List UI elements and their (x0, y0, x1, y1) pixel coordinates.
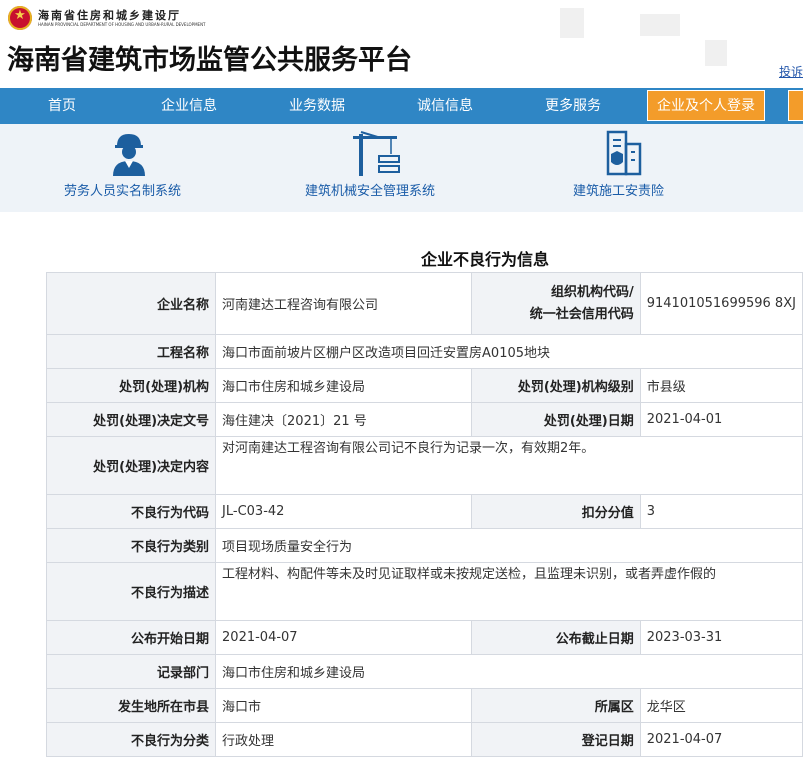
nav-extra-button[interactable] (788, 90, 803, 121)
quick-link-label: 建筑机械安全管理系统 (305, 184, 436, 199)
quick-link-labor[interactable]: 劳务人员实名制系统 (60, 124, 200, 212)
page-title: 企业不良行为信息 (420, 250, 549, 269)
nav-home[interactable]: 首页 (48, 88, 76, 124)
nav-business-data[interactable]: 业务数据 (289, 88, 345, 124)
table-row: 处罚(处理)机构 海口市住房和城乡建设局 处罚(处理)机构级别 市县级 (45, 368, 803, 403)
field-label: 处罚(处理)机构级别 (470, 368, 641, 403)
field-label: 组织机构代码/统一社会信用代码 (470, 272, 641, 335)
header-decoration (640, 14, 680, 36)
table-row: 企业名称 河南建达工程咨询有限公司 组织机构代码/统一社会信用代码 914101… (45, 272, 803, 335)
field-label: 不良行为类别 (45, 528, 217, 563)
quick-link-label: 劳务人员实名制系统 (64, 184, 182, 199)
field-value: 2021-04-07 (639, 722, 803, 757)
login-button[interactable]: 企业及个人登录 (647, 90, 765, 121)
site-header: 海南省住房和城乡建设厅 HAINAN PROVINCIAL DEPARTMENT… (0, 0, 803, 88)
table-row: 不良行为类别 项目现场质量安全行为 (45, 528, 803, 563)
nav-enterprise-info[interactable]: 企业信息 (161, 88, 217, 124)
field-label: 企业名称 (45, 272, 217, 335)
field-value: 海口市住房和城乡建设局 (215, 654, 803, 689)
field-label: 不良行为分类 (45, 722, 217, 757)
quick-link-label: 建筑施工安责险 (573, 184, 665, 199)
quick-link-machinery[interactable]: 建筑机械安全管理系统 (303, 124, 453, 212)
field-value: 海口市面前坡片区棚户区改造项目回迁安置房A0105地块 (215, 334, 803, 369)
department-name: 海南省住房和城乡建设厅 (38, 8, 181, 22)
table-row: 不良行为描述 工程材料、构配件等未及时见证取样或未按规定送检，且监理未识别，或者… (45, 562, 803, 621)
department-name-en: HAINAN PROVINCIAL DEPARTMENT OF HOUSING … (38, 21, 206, 27)
nav-credit-info[interactable]: 诚信信息 (417, 88, 473, 124)
field-value: 2021-04-07 (215, 620, 472, 655)
table-row: 发生地所在市县 海口市 所属区 龙华区 (45, 688, 803, 723)
site-title: 海南省建筑市场监管公共服务平台 (7, 45, 412, 76)
field-label: 处罚(处理)日期 (470, 402, 641, 437)
table-row: 处罚(处理)决定文号 海住建决〔2021〕21 号 处罚(处理)日期 2021-… (45, 402, 803, 437)
field-value: 2023-03-31 (639, 620, 803, 655)
quick-link-insurance[interactable]: 建筑施工安责险 (570, 124, 680, 212)
header-decoration (560, 8, 584, 38)
field-label: 工程名称 (45, 334, 217, 369)
field-value: 市县级 (639, 368, 803, 403)
national-emblem-icon (8, 6, 32, 30)
field-label: 所属区 (470, 688, 641, 723)
table-row: 记录部门 海口市住房和城乡建设局 (45, 654, 803, 689)
field-label: 不良行为描述 (45, 562, 217, 621)
field-label: 登记日期 (470, 722, 641, 757)
field-value: 海口市 (215, 688, 472, 723)
insurance-building-icon (606, 130, 642, 176)
field-value: 工程材料、构配件等未及时见证取样或未按规定送检，且监理未识别，或者弄虚作假的 (215, 562, 803, 621)
field-label: 处罚(处理)决定内容 (45, 436, 217, 495)
field-value: 项目现场质量安全行为 (215, 528, 803, 563)
quick-links: 劳务人员实名制系统 建筑机械安全管理系统 建筑施工安责险 (0, 124, 803, 212)
field-label: 处罚(处理)决定文号 (45, 402, 217, 437)
field-label: 处罚(处理)机构 (45, 368, 217, 403)
field-value: 龙华区 (639, 688, 803, 723)
field-value: 海住建决〔2021〕21 号 (215, 402, 472, 437)
table-row: 处罚(处理)决定内容 对河南建达工程咨询有限公司记不良行为记录一次，有效期2年。 (45, 436, 803, 495)
main-nav: 首页 企业信息 业务数据 诚信信息 更多服务 企业及个人登录 (0, 88, 803, 124)
field-value: 对河南建达工程咨询有限公司记不良行为记录一次，有效期2年。 (215, 436, 803, 495)
table-row: 公布开始日期 2021-04-07 公布截止日期 2023-03-31 (45, 620, 803, 655)
field-label: 公布截止日期 (470, 620, 641, 655)
field-label-line: 组织机构代码/ (550, 284, 634, 300)
field-value: 2021-04-01 (639, 402, 803, 437)
field-value: JL-C03-42 (215, 494, 472, 529)
department-logo[interactable]: 海南省住房和城乡建设厅 HAINAN PROVINCIAL DEPARTMENT… (8, 6, 206, 30)
field-value: 河南建达工程咨询有限公司 (215, 272, 472, 335)
record-table: 企业名称 河南建达工程咨询有限公司 组织机构代码/统一社会信用代码 914101… (45, 272, 803, 757)
field-value: 海口市住房和城乡建设局 (215, 368, 472, 403)
nav-more-services[interactable]: 更多服务 (545, 88, 601, 124)
table-row: 工程名称 海口市面前坡片区棚户区改造项目回迁安置房A0105地块 (45, 334, 803, 369)
table-row: 不良行为代码 JL-C03-42 扣分分值 3 (45, 494, 803, 529)
field-label: 扣分分值 (470, 494, 641, 529)
field-label: 记录部门 (45, 654, 217, 689)
complaint-link[interactable]: 投诉 (779, 63, 803, 80)
header-decoration (705, 40, 727, 66)
field-value: 行政处理 (215, 722, 472, 757)
field-label: 公布开始日期 (45, 620, 217, 655)
table-row: 不良行为分类 行政处理 登记日期 2021-04-07 (45, 722, 803, 757)
field-label-line: 统一社会信用代码 (529, 306, 634, 322)
tower-crane-icon (353, 131, 400, 176)
field-value: 914101051699596 8XJ (639, 272, 803, 335)
field-label: 发生地所在市县 (45, 688, 217, 723)
worker-icon (113, 134, 145, 176)
field-value: 3 (639, 494, 803, 529)
field-label: 不良行为代码 (45, 494, 217, 529)
